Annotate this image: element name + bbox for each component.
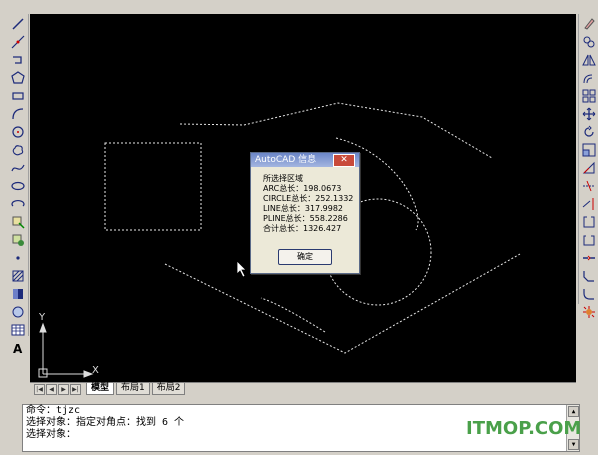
ucs-y-label: Y [39, 312, 46, 323]
first-tab-icon[interactable]: |◀ [34, 384, 45, 395]
point-icon[interactable] [10, 250, 26, 266]
rectangle-icon[interactable] [10, 88, 26, 104]
next-tab-icon[interactable]: ▶ [58, 384, 69, 395]
chamfer-icon[interactable] [581, 268, 597, 284]
erase-icon[interactable] [581, 16, 597, 32]
trim-icon[interactable] [581, 178, 597, 194]
selected-polyline [179, 102, 493, 159]
dialog-line: CIRCLE总长：252.1332 [263, 194, 354, 203]
multiline-text-icon[interactable]: A [10, 340, 26, 356]
explode-icon[interactable] [581, 304, 597, 320]
circle-icon[interactable] [10, 124, 26, 140]
window-left-edge [0, 0, 8, 455]
ellipse-icon[interactable] [10, 178, 26, 194]
table-icon[interactable] [10, 322, 26, 338]
dialog-title-bar[interactable]: AutoCAD 信息 ✕ [251, 153, 359, 167]
offset-icon[interactable] [581, 70, 597, 86]
ucs-x-label: X [92, 365, 99, 376]
tab-layout1[interactable]: 布局1 [116, 383, 150, 395]
spline-icon[interactable] [10, 160, 26, 176]
tab-model[interactable]: 模型 [86, 383, 115, 395]
site-watermark: ITMOP.COM [466, 418, 582, 439]
modify-toolbar [578, 14, 598, 318]
ucs-icon [38, 322, 94, 378]
dialog-line: 合计总长：1326.427 [263, 224, 342, 233]
dialog-line: ARC总长：198.0673 [263, 184, 342, 193]
break-icon[interactable] [581, 232, 597, 248]
draw-toolbar: A [8, 14, 29, 355]
make-block-icon[interactable] [10, 232, 26, 248]
break-at-point-icon[interactable] [581, 214, 597, 230]
tab-navigation: |◀ ◀ ▶ ▶| [34, 384, 82, 395]
stretch-icon[interactable] [581, 160, 597, 176]
gradient-icon[interactable] [10, 286, 26, 302]
revcloud-icon[interactable] [10, 142, 26, 158]
join-icon[interactable] [581, 250, 597, 266]
autocad-info-dialog: AutoCAD 信息 ✕ 所选择区域 ARC总长：198.0673 CIRCLE… [250, 152, 360, 274]
mirror-icon[interactable] [581, 52, 597, 68]
scroll-down-icon[interactable]: ▼ [568, 439, 579, 450]
dialog-line: LINE总长：317.9982 [263, 204, 344, 213]
line-icon[interactable] [10, 16, 26, 32]
mouse-cursor-icon [236, 260, 247, 278]
polyline-icon[interactable] [10, 52, 26, 68]
prev-tab-icon[interactable]: ◀ [46, 384, 57, 395]
arc-icon[interactable] [10, 106, 26, 122]
fillet-icon[interactable] [581, 286, 597, 302]
array-icon[interactable] [581, 88, 597, 104]
dialog-line: PLINE总长：558.2286 [263, 214, 348, 223]
selected-rectangle [104, 142, 202, 231]
dialog-ok-button[interactable]: 确定 [278, 249, 332, 265]
hatch-icon[interactable] [10, 268, 26, 284]
scroll-up-icon[interactable]: ▲ [568, 406, 579, 417]
copy-icon[interactable] [581, 34, 597, 50]
extend-icon[interactable] [581, 196, 597, 212]
dialog-message: 所选择区域 ARC总长：198.0673 CIRCLE总长：252.1332 L… [251, 167, 359, 234]
scale-icon[interactable] [581, 142, 597, 158]
move-icon[interactable] [581, 106, 597, 122]
layout-tab-bar: |◀ ◀ ▶ ▶| 模型 布局1 布局2 [30, 382, 576, 395]
ellipse-arc-icon[interactable] [10, 196, 26, 212]
rotate-icon[interactable] [581, 124, 597, 140]
insert-block-icon[interactable] [10, 214, 26, 230]
region-icon[interactable] [10, 304, 26, 320]
dialog-close-button[interactable]: ✕ [333, 154, 355, 167]
svg-text:A: A [13, 342, 23, 355]
last-tab-icon[interactable]: ▶| [70, 384, 81, 395]
construction-line-icon[interactable] [10, 34, 26, 50]
dialog-line: 所选择区域 [263, 174, 303, 183]
dialog-title: AutoCAD 信息 [255, 155, 317, 165]
polygon-icon[interactable] [10, 70, 26, 86]
tab-layout2[interactable]: 布局2 [151, 383, 186, 395]
command-history-line: 命令：tjzc [26, 405, 81, 416]
selected-arc [260, 297, 326, 333]
